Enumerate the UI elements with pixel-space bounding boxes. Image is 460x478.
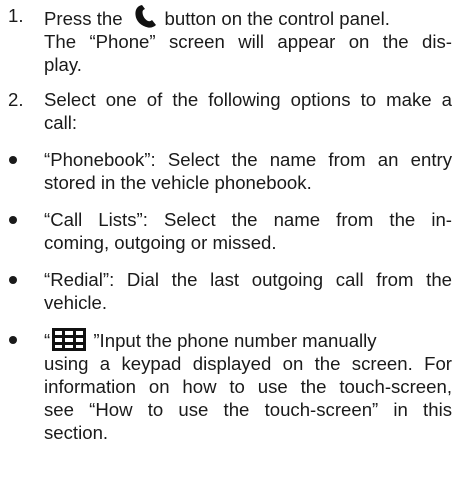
phone-handset-icon xyxy=(133,4,159,28)
step-1-line-2: The “Phone” screen will appear on the di… xyxy=(44,31,452,52)
bullet-redial-line-1: “Redial”: Dial the last outgoing call fr… xyxy=(44,269,452,290)
bullet-dot xyxy=(9,276,17,284)
step-2-line-1: Select one of the following options to m… xyxy=(44,89,452,110)
step-1-line-3: play. xyxy=(44,54,82,75)
bullet-keypad-line-3: information on how to use the touch-scre… xyxy=(44,376,452,397)
step-2-line-2: call: xyxy=(44,112,78,133)
step-1-line-1: Press the button on the control panel. xyxy=(44,4,452,30)
bullet-keypad-line-5: section. xyxy=(44,422,109,443)
keypad-text-after: ”Input the phone number manually xyxy=(88,330,377,351)
step-number: 2. xyxy=(8,89,24,110)
step-1-text-after: button on the control panel. xyxy=(164,8,390,29)
step-number: 1. xyxy=(8,5,24,26)
bullet-dot xyxy=(9,216,17,224)
bullet-keypad-line-4: see “How to use the touch-screen” in thi… xyxy=(44,399,452,420)
step-1-text-before: Press the xyxy=(44,8,123,29)
bullet-dot xyxy=(9,336,17,344)
bullet-redial-line-2: vehicle. xyxy=(44,292,108,313)
bullet-dot xyxy=(9,156,17,164)
bullet-keypad-line-1: “ ”Input the phone number manually xyxy=(44,328,452,352)
bullet-call-lists-line-2: coming, outgoing or missed. xyxy=(44,232,277,253)
bullet-phonebook-line-2: stored in the vehicle phonebook. xyxy=(44,172,312,193)
keypad-icon xyxy=(52,328,87,351)
open-quote: “ xyxy=(44,330,51,351)
bullet-phonebook-line-1: “Phonebook”: Select the name from an ent… xyxy=(44,149,452,170)
bullet-call-lists-line-1: “Call Lists”: Select the name from the i… xyxy=(44,209,452,230)
instructions-page: 1. Press the button on the control panel… xyxy=(0,0,460,478)
bullet-keypad-line-2: using a keypad displayed on the screen. … xyxy=(44,353,452,374)
